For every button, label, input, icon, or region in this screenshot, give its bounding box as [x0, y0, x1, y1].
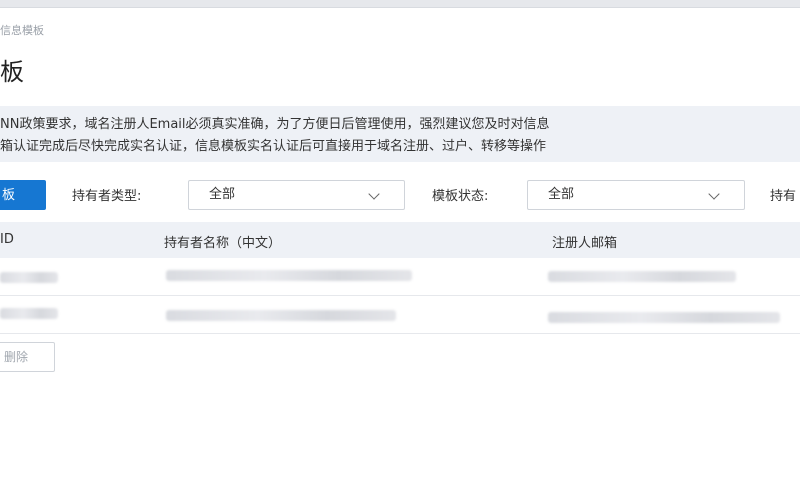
- page-title: 板: [0, 58, 24, 86]
- policy-notice: NN政策要求，域名注册人Email必须真实准确，为了方便日后管理使用，强烈建议您…: [0, 106, 800, 162]
- top-bar: [0, 0, 800, 8]
- breadcrumb[interactable]: 信息模板: [0, 22, 44, 38]
- redacted-email: [548, 271, 736, 282]
- holder-type-select[interactable]: 全部: [188, 180, 405, 210]
- notice-line-1: NN政策要求，域名注册人Email必须真实准确，为了方便日后管理使用，强烈建议您…: [0, 117, 550, 132]
- template-status-label: 模板状态:: [432, 189, 489, 204]
- table-row[interactable]: [0, 296, 800, 334]
- redacted-id: [0, 308, 58, 319]
- holder-type-value: 全部: [209, 187, 236, 202]
- template-table: ID 持有者名称（中文） 注册人邮箱: [0, 222, 800, 334]
- template-status-select[interactable]: 全部: [527, 180, 745, 210]
- column-header-holder-name: 持有者名称（中文）: [164, 236, 282, 251]
- redacted-holder-name: [166, 310, 396, 321]
- chevron-down-icon: [708, 188, 720, 200]
- redacted-id: [0, 272, 58, 283]
- create-template-button[interactable]: 板: [0, 180, 46, 210]
- column-header-id: ID: [0, 232, 14, 247]
- table-header: ID 持有者名称（中文） 注册人邮箱: [0, 222, 800, 258]
- redacted-email: [548, 312, 780, 323]
- notice-line-2: 箱认证完成后尽快完成实名认证，信息模板实名认证后可直接用于域名注册、过户、转移等…: [0, 139, 547, 154]
- holder-type-label: 持有者类型:: [72, 189, 142, 204]
- template-status-value: 全部: [548, 187, 575, 202]
- table-row[interactable]: [0, 258, 800, 296]
- delete-button[interactable]: 删除: [0, 342, 55, 372]
- chevron-down-icon: [368, 188, 380, 200]
- redacted-holder-name: [166, 270, 412, 281]
- column-header-email: 注册人邮箱: [552, 236, 618, 251]
- third-filter-label: 持有: [770, 189, 797, 204]
